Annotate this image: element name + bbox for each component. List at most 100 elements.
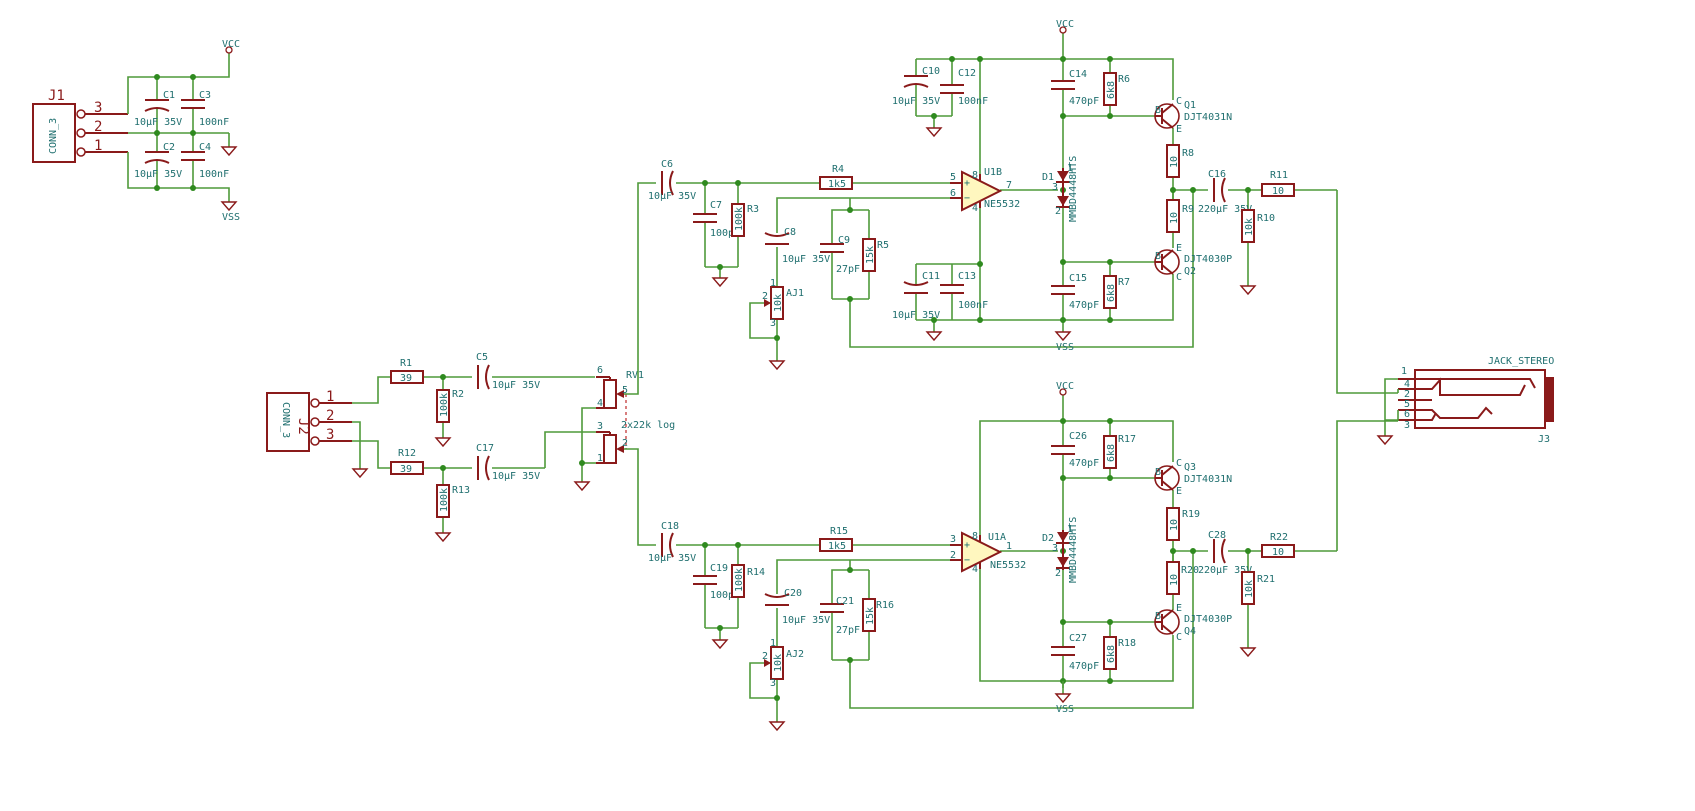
- q1-pin-e: E: [1176, 124, 1182, 135]
- ground-symbol-c19: [712, 633, 728, 649]
- r8-value: 10: [1169, 156, 1180, 168]
- q1-pin-c: C: [1176, 96, 1182, 107]
- vcc-label-bottom: VCC: [1056, 381, 1074, 392]
- capacitor-c16: [1213, 177, 1226, 203]
- c17-ref: C17: [476, 443, 494, 454]
- c2-value: 10µF 35V: [134, 169, 182, 180]
- r9-value: 10: [1169, 212, 1180, 224]
- rv1-pin3: 3: [597, 421, 603, 432]
- capacitor-c15: [1050, 285, 1076, 295]
- ground-symbol-r13: [435, 526, 451, 542]
- j3-pin1: 1: [1401, 366, 1407, 377]
- capacitor-c19: [692, 575, 718, 585]
- svg-text:−: −: [964, 555, 970, 566]
- r10-value: 10k: [1244, 218, 1255, 236]
- ground-symbol-c7: [712, 271, 728, 287]
- vss-label-j1: VSS: [222, 212, 240, 223]
- j2-ref: J2: [295, 418, 311, 435]
- aj2-pin2: 2: [762, 651, 768, 662]
- c26-value: 470pF: [1069, 458, 1099, 469]
- c6-value: 10µF 35V: [648, 191, 696, 202]
- u1b-value: NE5532: [984, 199, 1020, 210]
- q3-ref: Q3: [1184, 462, 1196, 473]
- svg-text:+: +: [964, 178, 970, 189]
- ground-symbol-rv1: [574, 475, 590, 491]
- d1-value: MMBD4448HTS: [1068, 156, 1079, 222]
- rv1-pin2: 2: [622, 438, 628, 449]
- aj1-pin3: 3: [770, 318, 776, 329]
- c13-value: 100nF: [958, 300, 988, 311]
- q4-value: DJT4030P: [1184, 614, 1232, 625]
- c26-ref: C26: [1069, 431, 1087, 442]
- ground-symbol-c11: [926, 325, 942, 341]
- d2-pin2: 2: [1055, 568, 1061, 579]
- c11-value: 10µF 35V: [892, 310, 940, 321]
- u1a-ref: U1A: [988, 532, 1006, 543]
- c7-ref: C7: [710, 200, 722, 211]
- schematic-canvas: CONN_3 J1 3 2 1 VCC VSS C1 10µF 35V C3 1…: [32, 19, 1554, 731]
- c8-ref: C8: [784, 227, 796, 238]
- j3-name: JACK_STEREO: [1488, 356, 1554, 367]
- c12-value: 100nF: [958, 96, 988, 107]
- rv1-pin6: 6: [597, 365, 603, 376]
- input-wires: [352, 374, 596, 527]
- u1a-value: NE5532: [990, 560, 1026, 571]
- r1-value: 39: [400, 373, 412, 384]
- r4-ref: R4: [832, 164, 844, 175]
- capacitor-c17: [477, 455, 490, 481]
- u1b-pin6: 6: [950, 188, 956, 199]
- c16-ref: C16: [1208, 169, 1226, 180]
- r8-ref: R8: [1182, 148, 1194, 159]
- r11-value: 10: [1272, 186, 1284, 197]
- r6-ref: R6: [1118, 74, 1130, 85]
- u1a-pin4: 4: [972, 564, 978, 575]
- c8-value: 10µF 35V: [782, 254, 830, 265]
- c20-ref: C20: [784, 588, 802, 599]
- j2-name: CONN_3: [280, 402, 291, 438]
- j3-pin3: 3: [1404, 420, 1410, 431]
- capacitor-c12: [939, 84, 965, 94]
- c4-value: 100nF: [199, 169, 229, 180]
- vcc-label-j1: VCC: [222, 39, 240, 50]
- c18-ref: C18: [661, 521, 679, 532]
- c9-ref: C9: [838, 235, 850, 246]
- j1-name: CONN_3: [48, 118, 59, 154]
- aj1-value: 10k: [773, 294, 784, 312]
- c14-value: 470pF: [1069, 96, 1099, 107]
- q1-ref: Q1: [1184, 100, 1196, 111]
- r22-value: 10: [1272, 547, 1284, 558]
- c27-value: 470pF: [1069, 661, 1099, 672]
- c10-ref: C10: [922, 66, 940, 77]
- j1-ref: J1: [48, 88, 65, 104]
- rv1-value: 2x22k log: [621, 420, 675, 431]
- vss-symbol-j1: [221, 195, 237, 211]
- aj1-pin1: 1: [770, 278, 776, 289]
- r2-ref: R2: [452, 389, 464, 400]
- capacitor-c28: [1213, 538, 1226, 564]
- j2-pin1: 1: [326, 389, 334, 405]
- c5-ref: C5: [476, 352, 488, 363]
- vcc-label-top: VCC: [1056, 19, 1074, 30]
- r4-value: 1k5: [828, 179, 846, 190]
- c17-value: 10µF 35V: [492, 471, 540, 482]
- aj2-pin3: 3: [770, 678, 776, 689]
- q2-ref: Q2: [1184, 266, 1196, 277]
- r6-value: 6k8: [1106, 81, 1117, 99]
- ground-symbol-r2: [435, 431, 451, 447]
- rv1-ref: RV1: [626, 370, 644, 381]
- capacitor-c7: [692, 213, 718, 223]
- q1-pin-b: B: [1155, 105, 1161, 116]
- ground-symbol-j1: [221, 140, 237, 156]
- r14-value: 100k: [734, 568, 745, 592]
- r21-ref: R21: [1257, 574, 1275, 585]
- c12-ref: C12: [958, 68, 976, 79]
- r2-value: 100k: [439, 393, 450, 417]
- c2-ref: C2: [163, 142, 175, 153]
- q2-pin-b: B: [1155, 251, 1161, 262]
- c14-ref: C14: [1069, 69, 1087, 80]
- r1-ref: R1: [400, 358, 412, 369]
- c15-ref: C15: [1069, 273, 1087, 284]
- ground-symbol-j2: [352, 462, 368, 478]
- r15-ref: R15: [830, 526, 848, 537]
- u1b-pin5: 5: [950, 172, 956, 183]
